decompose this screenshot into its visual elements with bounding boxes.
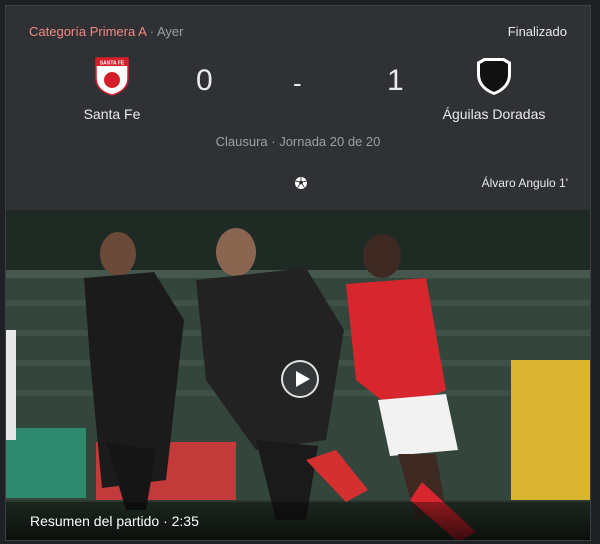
svg-text:SANTA FE: SANTA FE bbox=[100, 61, 125, 67]
header-separator: · bbox=[149, 24, 155, 39]
score-separator: - bbox=[293, 68, 302, 98]
play-icon[interactable] bbox=[281, 360, 319, 398]
match-card[interactable]: Categoría Primera A · Ayer Finalizado SA… bbox=[5, 5, 591, 541]
match-status: Finalizado bbox=[507, 24, 567, 39]
round-info: Clausura · Jornada 20 de 20 bbox=[215, 134, 381, 149]
league-link[interactable]: Categoría Primera A bbox=[29, 24, 146, 39]
away-team-name[interactable]: Águilas Doradas bbox=[404, 106, 584, 122]
aguilas-doradas-crest-icon bbox=[477, 58, 511, 95]
away-team[interactable]: Águilas Doradas bbox=[404, 56, 584, 122]
match-header: Categoría Primera A · Ayer Finalizado bbox=[29, 24, 567, 42]
soccer-ball-icon bbox=[295, 177, 307, 189]
home-score: 0 bbox=[196, 64, 213, 97]
match-date: Ayer bbox=[156, 24, 184, 39]
home-team-name[interactable]: Santa Fe bbox=[22, 106, 202, 122]
away-score: 1 bbox=[387, 64, 404, 97]
highlights-video[interactable]: Resumen del partido · 2:35 bbox=[6, 210, 590, 540]
home-team[interactable]: SANTA FE Santa Fe bbox=[22, 56, 202, 122]
goal-scorer: Álvaro Angulo 1' bbox=[481, 176, 568, 190]
video-caption[interactable]: Resumen del partido · 2:35 bbox=[30, 513, 199, 529]
santa-fe-crest-icon: SANTA FE bbox=[95, 57, 129, 96]
